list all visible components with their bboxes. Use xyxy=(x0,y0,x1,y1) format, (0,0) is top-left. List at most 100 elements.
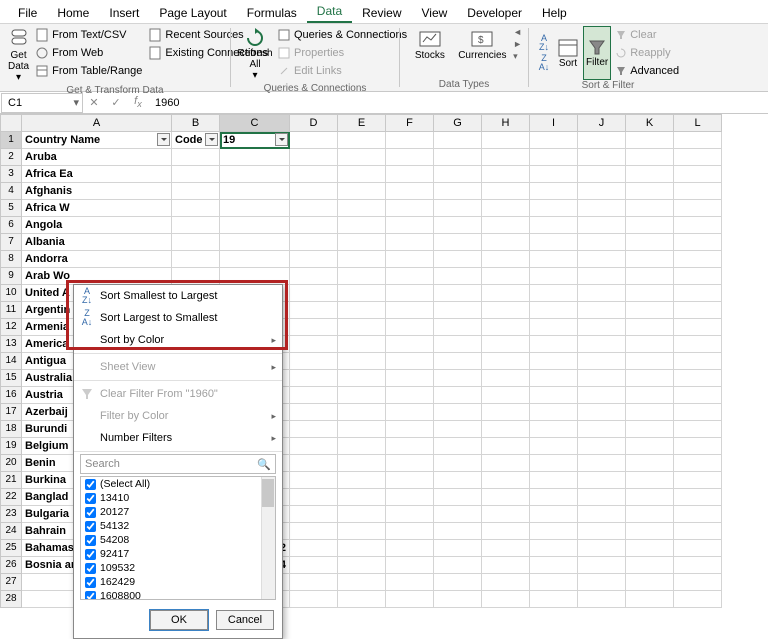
cell[interactable] xyxy=(220,200,290,217)
tab-data[interactable]: Data xyxy=(307,0,352,23)
cell[interactable] xyxy=(386,200,434,217)
cell[interactable] xyxy=(530,132,578,149)
cell[interactable] xyxy=(338,251,386,268)
cell[interactable] xyxy=(482,302,530,319)
cell[interactable]: 19 xyxy=(220,132,290,149)
cell[interactable] xyxy=(386,285,434,302)
formula-bar[interactable]: 1960 xyxy=(149,97,768,109)
cell[interactable] xyxy=(338,319,386,336)
cell[interactable] xyxy=(338,217,386,234)
cell[interactable] xyxy=(530,149,578,166)
cell[interactable] xyxy=(674,166,722,183)
cell[interactable] xyxy=(674,540,722,557)
cell[interactable] xyxy=(626,421,674,438)
cell[interactable] xyxy=(482,336,530,353)
row-header[interactable]: 20 xyxy=(0,455,22,472)
cell[interactable] xyxy=(482,217,530,234)
cell[interactable] xyxy=(338,285,386,302)
cell[interactable] xyxy=(482,149,530,166)
row-header[interactable]: 23 xyxy=(0,506,22,523)
filter-checkbox[interactable] xyxy=(85,479,96,490)
cell[interactable] xyxy=(338,166,386,183)
row-header[interactable]: 18 xyxy=(0,421,22,438)
cell[interactable] xyxy=(434,319,482,336)
cell[interactable] xyxy=(338,404,386,421)
ok-button[interactable]: OK xyxy=(150,610,208,630)
cell[interactable] xyxy=(578,455,626,472)
row-header[interactable]: 13 xyxy=(0,336,22,353)
cell[interactable] xyxy=(674,149,722,166)
cell[interactable] xyxy=(290,149,338,166)
filter-checkbox[interactable] xyxy=(85,535,96,546)
cell[interactable] xyxy=(290,251,338,268)
cell[interactable] xyxy=(578,336,626,353)
cell[interactable] xyxy=(626,472,674,489)
cell[interactable] xyxy=(434,183,482,200)
cell[interactable] xyxy=(578,404,626,421)
cell[interactable] xyxy=(626,234,674,251)
cell[interactable] xyxy=(482,472,530,489)
cell[interactable] xyxy=(530,455,578,472)
filter-value-list[interactable]: (Select All)1341020127541325420892417109… xyxy=(80,476,276,600)
cell[interactable] xyxy=(674,336,722,353)
filter-checkbox[interactable] xyxy=(85,563,96,574)
cell[interactable] xyxy=(626,319,674,336)
col-header-e[interactable]: E xyxy=(338,114,386,132)
stocks-button[interactable]: Stocks xyxy=(406,26,454,63)
cell[interactable] xyxy=(626,455,674,472)
cell[interactable] xyxy=(530,268,578,285)
row-header[interactable]: 14 xyxy=(0,353,22,370)
cell[interactable] xyxy=(530,438,578,455)
cell[interactable] xyxy=(482,506,530,523)
cell[interactable] xyxy=(386,489,434,506)
cell[interactable] xyxy=(578,387,626,404)
cell[interactable] xyxy=(482,387,530,404)
tab-home[interactable]: Home xyxy=(47,2,99,23)
cell[interactable] xyxy=(434,217,482,234)
cell[interactable] xyxy=(172,166,220,183)
cell[interactable] xyxy=(290,200,338,217)
cell[interactable] xyxy=(172,183,220,200)
cell[interactable] xyxy=(290,404,338,421)
cell[interactable] xyxy=(578,200,626,217)
cell[interactable] xyxy=(434,506,482,523)
fx-icon[interactable]: fx xyxy=(127,95,149,109)
cell[interactable] xyxy=(674,370,722,387)
tab-developer[interactable]: Developer xyxy=(457,2,532,23)
cell[interactable] xyxy=(290,557,338,574)
row-header[interactable]: 10 xyxy=(0,285,22,302)
cell[interactable] xyxy=(626,489,674,506)
sort-asc-button[interactable]: AZ↓ xyxy=(535,34,553,52)
menu-number-filters[interactable]: Number Filters▸ xyxy=(74,427,282,449)
cell[interactable] xyxy=(626,370,674,387)
row-header[interactable]: 1 xyxy=(0,132,22,149)
cell[interactable] xyxy=(386,387,434,404)
from-text-csv-button[interactable]: From Text/CSV xyxy=(33,26,144,44)
cell[interactable] xyxy=(386,183,434,200)
cell[interactable] xyxy=(482,353,530,370)
cell[interactable] xyxy=(578,302,626,319)
advanced-filter-button[interactable]: Advanced xyxy=(613,62,681,80)
cell[interactable] xyxy=(434,370,482,387)
datatype-more-icon[interactable]: ▾ xyxy=(513,51,522,62)
filter-scrollbar[interactable] xyxy=(261,477,275,599)
cell[interactable] xyxy=(578,319,626,336)
col-header-f[interactable]: F xyxy=(386,114,434,132)
clear-filter-button[interactable]: Clear xyxy=(613,26,681,44)
cell[interactable]: Africa Ea xyxy=(22,166,172,183)
cell[interactable] xyxy=(172,268,220,285)
cell[interactable] xyxy=(220,268,290,285)
cell[interactable] xyxy=(482,489,530,506)
row-header[interactable]: 11 xyxy=(0,302,22,319)
filter-checkbox[interactable] xyxy=(85,493,96,504)
cell[interactable] xyxy=(434,285,482,302)
cell[interactable] xyxy=(290,540,338,557)
cell[interactable] xyxy=(290,438,338,455)
cell[interactable] xyxy=(386,166,434,183)
cell[interactable] xyxy=(530,387,578,404)
col-header-i[interactable]: I xyxy=(530,114,578,132)
enter-formula-icon[interactable]: ✓ xyxy=(105,96,127,109)
cell[interactable] xyxy=(674,591,722,608)
cell[interactable] xyxy=(530,370,578,387)
cell[interactable] xyxy=(482,234,530,251)
